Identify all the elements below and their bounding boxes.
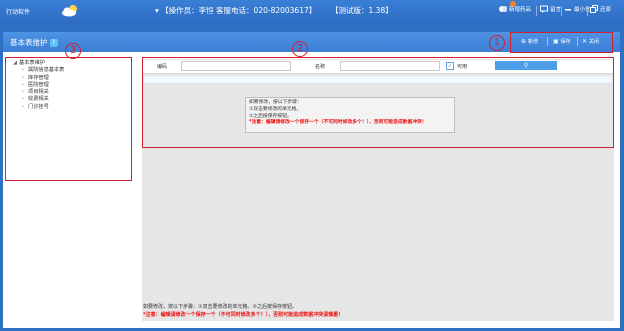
annotation-box-toolbar [510,32,613,53]
operator-info: ▾ 【操作员：李恒 客服电话：020-82003617】 【测试版：1.38】 [155,5,393,16]
operator-name: 【操作员：李恒 [161,6,214,15]
annotation-marker-2: 2 [292,41,308,57]
annotation-marker-1: 1 [489,35,505,51]
message-button[interactable]: 留言 [540,5,561,13]
app-logo: 行动软件 [6,9,31,16]
message-icon [540,5,548,13]
minimize-icon [564,5,572,13]
annotation-box-tree [5,57,132,181]
pills-icon [499,5,507,13]
hotline: 客服电话：020-82003617】 [216,6,317,15]
header-divider [561,6,562,16]
restore-icon [590,5,598,13]
header-divider [536,6,537,16]
restore-button[interactable]: 还原 [590,5,611,13]
version-label: 【测试版：1.38】 [331,6,393,15]
dropdown-arrow-icon[interactable]: ▾ [155,6,159,15]
new-medicine-button[interactable]: 新增药品 [499,5,531,13]
help-icon[interactable]: ? [49,39,58,47]
annotation-box-grid [142,57,614,148]
weather-cloud-icon [62,5,77,17]
panel-title: 基本表维护? [10,37,58,48]
header-divider [587,6,588,16]
annotation-marker-3: 3 [65,43,81,59]
bottom-help-text: 如要修改，按以下步骤：①双击要修改的单元格。②之后按保存按钮。 *注意：编辑请修… [143,304,344,318]
